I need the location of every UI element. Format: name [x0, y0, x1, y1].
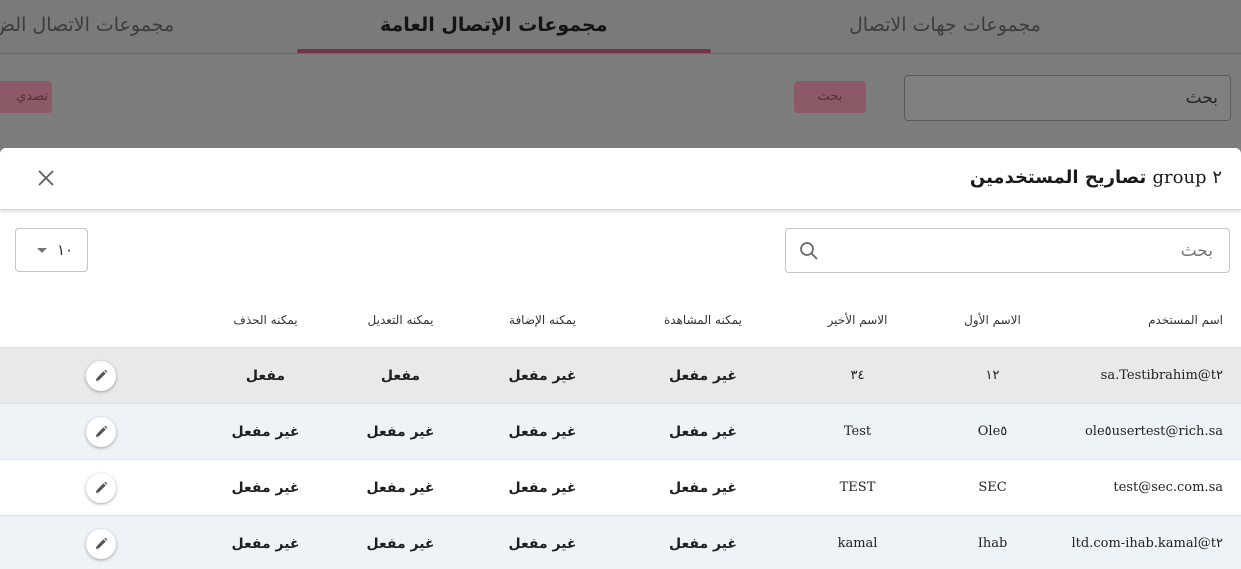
tab-public-groups[interactable]: مجموعات الإتصال العامة	[380, 14, 607, 36]
cell-last-name: TEST	[793, 459, 922, 516]
table-row: ihab.kamal@t٢-ltd.com Ihab kamal غير مفع…	[0, 515, 1241, 569]
table-row: test@sec.com.sa SEC TEST غير مفعل غير مف…	[0, 459, 1241, 516]
table-row: Testibrahim@t٢.sa ١٢ ٣٤ غير مفعل غير مفع…	[0, 347, 1241, 404]
cell-actions	[0, 515, 202, 569]
cell-can-edit: غير مفعل	[329, 459, 472, 516]
column-header-first-name[interactable]: الاسم الأول	[922, 293, 1063, 348]
cell-can-view: غير مفعل	[613, 459, 793, 516]
column-header-can-delete[interactable]: يمكنه الحذف	[202, 293, 329, 348]
search-input[interactable]	[851, 237, 1215, 265]
cell-first-name: Ole٥	[922, 403, 1063, 460]
background-search-text: بحث	[1185, 88, 1218, 108]
cell-can-delete: غير مفعل	[202, 403, 329, 460]
search-field[interactable]	[785, 228, 1230, 273]
permissions-table: اسم المستخدم الاسم الأول الاسم الأخير يم…	[0, 293, 1241, 569]
background-export-button[interactable]: تصدي	[0, 81, 52, 113]
table-header-row: اسم المستخدم الاسم الأول الاسم الأخير يم…	[0, 293, 1241, 348]
cell-last-name: kamal	[793, 515, 922, 569]
dialog-header: ٢ group تصاريح المستخدمين	[0, 148, 1241, 210]
cell-last-name: ٣٤	[793, 347, 922, 404]
chevron-down-icon	[37, 248, 47, 253]
cell-can-edit: غير مفعل	[329, 403, 472, 460]
cell-username: ole٥usertest@rich.sa	[1063, 403, 1241, 460]
cell-can-add: غير مفعل	[472, 347, 613, 404]
pencil-icon	[96, 369, 108, 381]
column-header-can-add[interactable]: يمكنه الإضافة	[472, 293, 613, 348]
edit-button[interactable]	[86, 472, 116, 503]
cell-can-edit: مفعل	[329, 347, 472, 404]
dialog-title: ٢ group تصاريح المستخدمين	[970, 167, 1222, 188]
cell-first-name: SEC	[922, 459, 1063, 516]
cell-can-add: غير مفعل	[472, 459, 613, 516]
column-header-username[interactable]: اسم المستخدم	[1063, 293, 1241, 348]
cell-username: ihab.kamal@t٢-ltd.com	[1063, 515, 1241, 569]
column-header-actions	[0, 293, 202, 348]
page-size-select[interactable]: ١٠	[15, 228, 88, 272]
cell-username: Testibrahim@t٢.sa	[1063, 347, 1241, 404]
tab-private-groups[interactable]: مجموعات الاتصال الض	[0, 14, 174, 36]
page-size-value: ١٠	[57, 241, 74, 259]
dialog-title-group: ٢ group	[1152, 167, 1223, 188]
table-row: ole٥usertest@rich.sa Ole٥ Test غير مفعل …	[0, 403, 1241, 460]
edit-button[interactable]	[86, 416, 116, 447]
tab-contact-groups[interactable]: مجموعات جهات الاتصال	[849, 14, 1041, 36]
cell-can-edit: غير مفعل	[329, 515, 472, 569]
close-icon[interactable]	[33, 165, 59, 191]
pencil-icon	[96, 425, 108, 437]
cell-username: test@sec.com.sa	[1063, 459, 1241, 516]
edit-button[interactable]	[86, 528, 116, 559]
cell-first-name: Ihab	[922, 515, 1063, 569]
column-header-can-view[interactable]: يمكنه المشاهدة	[613, 293, 793, 348]
tabs-bar: مجموعات جهات الاتصال مجموعات الإتصال الع…	[0, 0, 1241, 55]
edit-button[interactable]	[86, 360, 116, 391]
cell-can-delete: غير مفعل	[202, 459, 329, 516]
background-search-input[interactable]: بحث	[904, 75, 1231, 121]
pencil-icon	[96, 537, 108, 549]
cell-can-add: غير مفعل	[472, 403, 613, 460]
cell-can-delete: غير مفعل	[202, 515, 329, 569]
cell-can-view: غير مفعل	[613, 347, 793, 404]
background-search-button[interactable]: بحث	[794, 81, 866, 113]
tabs-divider	[0, 53, 1241, 54]
dialog-title-text: تصاريح المستخدمين	[969, 167, 1147, 188]
cell-can-view: غير مفعل	[613, 403, 793, 460]
cell-actions	[0, 347, 202, 404]
user-permissions-dialog: ٢ group تصاريح المستخدمين ١٠ اسم المستخد…	[0, 148, 1241, 569]
search-icon[interactable]	[798, 240, 820, 262]
cell-actions	[0, 459, 202, 516]
cell-actions	[0, 403, 202, 460]
cell-can-view: غير مفعل	[613, 515, 793, 569]
pencil-icon	[96, 481, 108, 493]
column-header-last-name[interactable]: الاسم الأخير	[793, 293, 922, 348]
column-header-can-edit[interactable]: يمكنه التعديل	[329, 293, 472, 348]
cell-can-delete: مفعل	[202, 347, 329, 404]
cell-last-name: Test	[793, 403, 922, 460]
cell-first-name: ١٢	[922, 347, 1063, 404]
cell-can-add: غير مفعل	[472, 515, 613, 569]
